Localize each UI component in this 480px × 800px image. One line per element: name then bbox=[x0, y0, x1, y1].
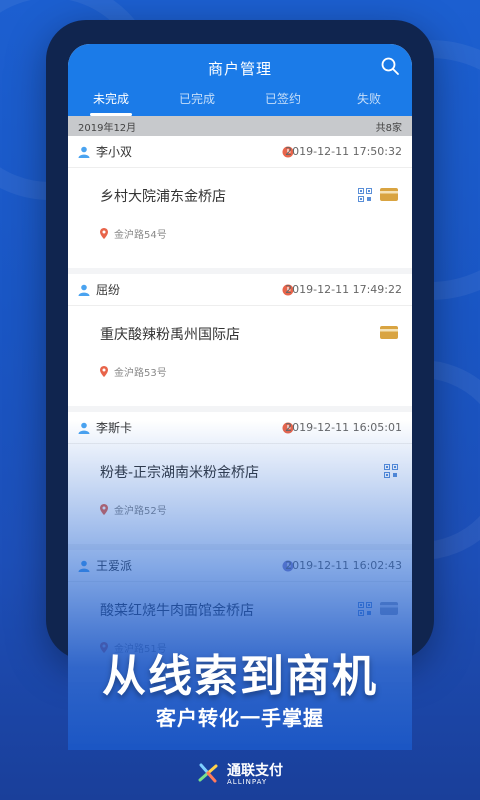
bank-card-icon[interactable] bbox=[380, 602, 398, 615]
app-screen: 商户管理 未完成 已完成 已签约 失败 2019年12月 共8家 李小双 201… bbox=[68, 44, 412, 744]
qr-code-icon[interactable] bbox=[358, 188, 372, 202]
tab-completed[interactable]: 已完成 bbox=[154, 86, 240, 116]
bank-card-icon[interactable] bbox=[380, 188, 398, 201]
location-pin-icon bbox=[100, 504, 108, 515]
store-name: 酸菜红烧牛肉面馆金桥店 bbox=[100, 603, 254, 619]
search-icon[interactable] bbox=[380, 56, 400, 76]
tab-incomplete[interactable]: 未完成 bbox=[68, 86, 154, 116]
location-pin-icon bbox=[100, 228, 108, 239]
section-count: 共8家 bbox=[375, 122, 402, 134]
card-body: 重庆酸辣粉禹州国际店 金沪路53号 bbox=[68, 306, 412, 406]
payment-icons bbox=[384, 464, 398, 478]
user-icon bbox=[78, 560, 90, 572]
address-line: 金沪路53号 bbox=[100, 364, 167, 379]
qr-code-icon[interactable] bbox=[358, 602, 372, 616]
card-header: 李斯卡 2019-12-11 16:05:01 bbox=[68, 412, 412, 444]
promo-subline: 客户转化一手掌握 bbox=[156, 706, 324, 730]
payment-icons bbox=[358, 188, 398, 202]
store-name: 粉巷-正宗湖南米粉金桥店 bbox=[100, 465, 260, 481]
card-header: 李小双 2019-12-11 17:50:32 bbox=[68, 136, 412, 168]
qr-code-icon[interactable] bbox=[384, 464, 398, 478]
card-body: 粉巷-正宗湖南米粉金桥店 金沪路52号 bbox=[68, 444, 412, 544]
status-tabs: 未完成 已完成 已签约 失败 bbox=[68, 86, 412, 116]
address-line: 金沪路52号 bbox=[100, 502, 167, 517]
user-icon bbox=[78, 146, 90, 158]
contact-name: 李斯卡 bbox=[96, 421, 133, 435]
contact-name: 李小双 bbox=[96, 145, 133, 159]
merchant-card[interactable]: 李斯卡 2019-12-11 16:05:01 粉巷-正宗湖南米粉金桥店 金沪路… bbox=[68, 412, 412, 544]
contact-name: 屈纷 bbox=[96, 283, 121, 297]
timestamp: 2019-12-11 16:02:43 bbox=[285, 559, 402, 572]
bank-card-icon[interactable] bbox=[380, 326, 398, 339]
user-icon bbox=[78, 284, 90, 296]
timestamp: 2019-12-11 17:49:22 bbox=[285, 283, 402, 296]
card-body: 乡村大院浦东金桥店 金沪路54号 bbox=[68, 168, 412, 268]
address-text: 金沪路53号 bbox=[114, 368, 167, 379]
location-pin-icon bbox=[100, 366, 108, 377]
brand-text: 通联支付 ALLINPAY bbox=[227, 760, 283, 786]
address-text: 金沪路54号 bbox=[114, 230, 167, 241]
contact-name: 王爱派 bbox=[96, 559, 133, 573]
payment-icons bbox=[380, 326, 398, 339]
promo-headline: 从线索到商机 bbox=[102, 652, 378, 701]
card-header: 王爱派 2019-12-11 16:02:43 bbox=[68, 550, 412, 582]
allinpay-logo-icon bbox=[198, 763, 218, 783]
merchant-card[interactable]: 李小双 2019-12-11 17:50:32 乡村大院浦东金桥店 金沪路54号 bbox=[68, 136, 412, 268]
store-name: 重庆酸辣粉禹州国际店 bbox=[100, 327, 240, 343]
brand-name: 通联支付 bbox=[227, 763, 283, 779]
timestamp: 2019-12-11 17:50:32 bbox=[285, 145, 402, 158]
user-icon bbox=[78, 422, 90, 434]
tab-signed[interactable]: 已签约 bbox=[240, 86, 326, 116]
page-title: 商户管理 bbox=[207, 60, 272, 78]
month-section-header: 2019年12月 共8家 bbox=[68, 116, 412, 136]
merchant-card[interactable]: 屈纷 2019-12-11 17:49:22 重庆酸辣粉禹州国际店 金沪路53号 bbox=[68, 274, 412, 406]
store-name: 乡村大院浦东金桥店 bbox=[100, 189, 226, 205]
address-line: 金沪路54号 bbox=[100, 226, 167, 241]
section-month: 2019年12月 bbox=[78, 122, 137, 134]
card-header: 屈纷 2019-12-11 17:49:22 bbox=[68, 274, 412, 306]
payment-icons bbox=[358, 602, 398, 616]
brand-logo: 通联支付 ALLINPAY bbox=[0, 760, 480, 786]
timestamp: 2019-12-11 16:05:01 bbox=[285, 421, 402, 434]
address-text: 金沪路52号 bbox=[114, 506, 167, 517]
app-bar: 商户管理 未完成 已完成 已签约 失败 bbox=[68, 44, 412, 116]
tab-failed[interactable]: 失败 bbox=[326, 86, 412, 116]
